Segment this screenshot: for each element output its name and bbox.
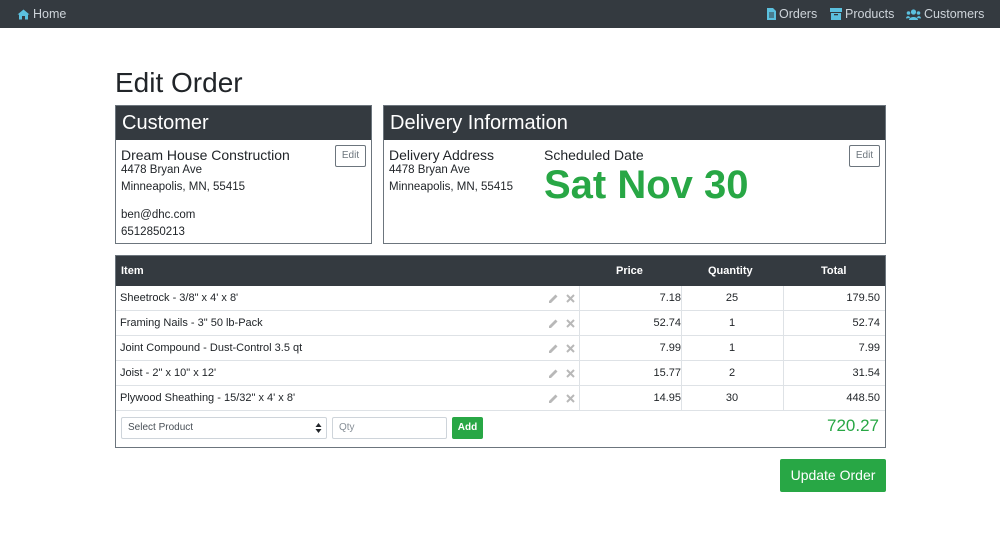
table-header: Item Price Quantity Total [116, 256, 885, 286]
home-icon [17, 9, 30, 19]
order-items-table: Item Price Quantity Total Sheetrock - 3/… [115, 255, 886, 448]
scheduled-date-label: Scheduled Date [544, 147, 644, 163]
navbar: Home Orders Products Customers [0, 0, 1000, 28]
row-quantity: 1 [728, 342, 736, 354]
customer-card-header: Customer [116, 106, 371, 140]
row-item: Joist - 2" x 10" x 12' [120, 367, 217, 379]
table-row: Joist - 2" x 10" x 12' 15.77 2 31.54 [116, 361, 885, 386]
item-column-header: Item [121, 265, 144, 277]
row-item: Sheetrock - 3/8" x 4' x 8' [120, 292, 239, 304]
row-total: 52.74 [852, 317, 880, 329]
file-icon [767, 8, 776, 20]
row-price: 52.74 [653, 317, 681, 329]
page-title: Edit Order [115, 67, 243, 98]
row-price: 15.77 [653, 367, 681, 379]
row-price: 14.95 [653, 392, 681, 404]
pencil-icon[interactable] [548, 318, 559, 329]
nav-home-link[interactable]: Home [17, 0, 66, 28]
product-select-value: Select Product [128, 422, 194, 433]
close-icon[interactable] [566, 394, 575, 403]
customer-city: Minneapolis, MN, 55415 [121, 181, 246, 193]
add-product-button[interactable]: Add [452, 417, 483, 439]
products-icon [830, 8, 842, 20]
close-icon[interactable] [566, 294, 575, 303]
add-product-row: Select Product Qty Add 720.27 [116, 411, 885, 447]
row-price: 7.99 [659, 342, 681, 354]
customer-phone: 6512850213 [121, 226, 185, 238]
total-column-header: Total [821, 265, 847, 277]
table-row: Plywood Sheathing - 15/32" x 4' x 8' 14.… [116, 386, 885, 411]
nav-products-link[interactable]: Products [830, 0, 894, 28]
scheduled-date: Sat Nov 30 [544, 163, 749, 207]
delivery-card-header: Delivery Information [384, 106, 885, 140]
row-quantity: 30 [725, 392, 739, 404]
pencil-icon[interactable] [548, 368, 559, 379]
nav-orders-label: Orders [779, 7, 818, 21]
edit-delivery-button[interactable]: Edit [849, 145, 880, 167]
row-item: Plywood Sheathing - 15/32" x 4' x 8' [120, 392, 296, 404]
nav-customers-label: Customers [924, 7, 985, 21]
nav-products-label: Products [845, 7, 895, 21]
close-icon[interactable] [566, 344, 575, 353]
price-column-header: Price [616, 265, 643, 277]
table-row: Joint Compound - Dust-Control 3.5 qt 7.9… [116, 336, 885, 361]
row-total: 179.50 [846, 292, 880, 304]
nav-home-label: Home [33, 7, 67, 21]
close-icon[interactable] [566, 369, 575, 378]
nav-orders-link[interactable]: Orders [767, 0, 817, 28]
row-quantity: 2 [728, 367, 736, 379]
customer-email: ben@dhc.com [121, 209, 196, 221]
row-price: 7.18 [659, 292, 681, 304]
row-quantity: 25 [725, 292, 739, 304]
table-row: Framing Nails - 3" 50 lb-Pack 52.74 1 52… [116, 311, 885, 336]
row-total: 448.50 [846, 392, 880, 404]
users-icon [906, 8, 921, 20]
customer-card: Customer Edit Dream House Construction 4… [115, 105, 372, 244]
customer-street: 4478 Bryan Ave [121, 164, 202, 176]
close-icon[interactable] [566, 319, 575, 328]
row-total: 31.54 [852, 367, 880, 379]
delivery-street: 4478 Bryan Ave [389, 164, 470, 176]
grand-total: 720.27 [827, 416, 879, 435]
table-row: Sheetrock - 3/8" x 4' x 8' 7.18 25 179.5… [116, 286, 885, 311]
row-total: 7.99 [858, 342, 880, 354]
row-item: Joint Compound - Dust-Control 3.5 qt [120, 342, 303, 354]
row-item: Framing Nails - 3" 50 lb-Pack [120, 317, 263, 329]
pencil-icon[interactable] [548, 343, 559, 354]
sort-arrows-icon [315, 423, 322, 433]
nav-customers-link[interactable]: Customers [906, 0, 984, 28]
delivery-city: Minneapolis, MN, 55415 [389, 181, 514, 193]
quantity-column-header: Quantity [708, 265, 753, 277]
product-select[interactable]: Select Product [121, 417, 327, 439]
delivery-address-label: Delivery Address [389, 147, 495, 163]
customer-name: Dream House Construction [121, 147, 290, 163]
pencil-icon[interactable] [548, 293, 559, 304]
update-order-button[interactable]: Update Order [780, 459, 886, 492]
row-quantity: 1 [728, 317, 736, 329]
edit-customer-button[interactable]: Edit [335, 145, 366, 167]
delivery-card: Delivery Information Edit Delivery Addre… [383, 105, 886, 244]
pencil-icon[interactable] [548, 393, 559, 404]
quantity-input[interactable]: Qty [332, 417, 447, 439]
